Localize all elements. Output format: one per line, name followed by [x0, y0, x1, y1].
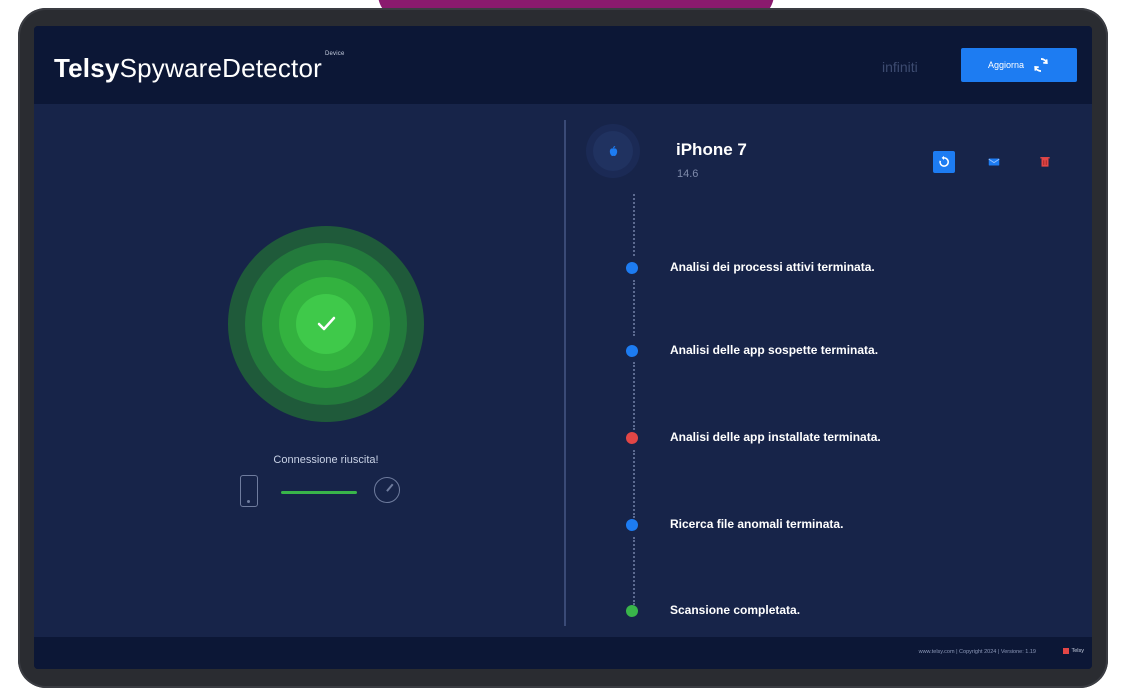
- brand-sup: Device: [324, 51, 345, 57]
- app-logo: TelsySpywareDetector Device: [54, 51, 345, 84]
- send-report-button[interactable]: [983, 151, 1005, 173]
- footer-logo: Telsy: [1063, 648, 1084, 654]
- footer-info: www.telsy.com | Copyright 2024 | Version…: [918, 649, 1036, 655]
- delete-device-button[interactable]: [1034, 151, 1056, 173]
- timeline-connector: [633, 280, 635, 336]
- telsy-logo-icon: [1063, 648, 1070, 654]
- update-button[interactable]: Aggiorna: [961, 48, 1077, 82]
- phone-icon: [240, 475, 258, 507]
- timeline-connector: [633, 194, 635, 256]
- footer-bar: www.telsy.com | Copyright 2024 | Version…: [34, 637, 1092, 669]
- timeline-connector: [633, 537, 635, 605]
- refresh-icon: [939, 155, 949, 167]
- step-status-dot: [626, 345, 638, 357]
- step-status-dot: [626, 262, 638, 274]
- step-status-dot: [626, 519, 638, 531]
- connection-line: [281, 491, 357, 494]
- rescan-button[interactable]: [933, 151, 955, 173]
- device-avatar: [593, 131, 633, 171]
- device-name: iPhone 7: [676, 140, 747, 159]
- top-bar: TelsySpywareDetector Device infiniti Aggi…: [34, 26, 1092, 104]
- mail-icon: [988, 158, 1000, 166]
- license-label: infiniti: [882, 59, 918, 75]
- scan-gauge-icon: [374, 477, 400, 503]
- tablet-frame: TelsySpywareDetector Device infiniti Aggi…: [18, 8, 1108, 688]
- connection-status-label: Connessione riuscita!: [273, 454, 379, 466]
- step-label: Ricerca file anomali terminata.: [670, 517, 844, 531]
- timeline-connector: [633, 450, 635, 518]
- footer-logo-text: Telsy: [1071, 648, 1084, 654]
- timeline-connector: [633, 362, 635, 430]
- step-label: Scansione completata.: [670, 603, 801, 617]
- step-label: Analisi dei processi attivi terminata.: [670, 260, 875, 274]
- brand-light: SpywareDetector: [119, 53, 322, 83]
- device-os-version: 14.6: [677, 168, 699, 180]
- step-label: Analisi delle app installate terminata.: [670, 430, 881, 444]
- update-label: Aggiorna: [987, 60, 1025, 70]
- refresh-icon: [1034, 58, 1048, 72]
- apple-icon: [609, 145, 617, 156]
- trash-icon: [1040, 157, 1050, 167]
- brand-bold: Telsy: [54, 53, 120, 83]
- main-panel: Connessione riuscita! iPhone 7 14.6 Anal…: [34, 104, 1092, 637]
- step-status-dot: [626, 605, 638, 617]
- connection-diagram: [240, 475, 400, 515]
- step-label: Analisi delle app sospette terminata.: [670, 343, 879, 357]
- app-window: TelsySpywareDetector Device infiniti Aggi…: [34, 26, 1092, 669]
- connection-status-indicator: [228, 226, 424, 422]
- step-status-dot: [626, 432, 638, 444]
- panel-divider: [564, 120, 566, 626]
